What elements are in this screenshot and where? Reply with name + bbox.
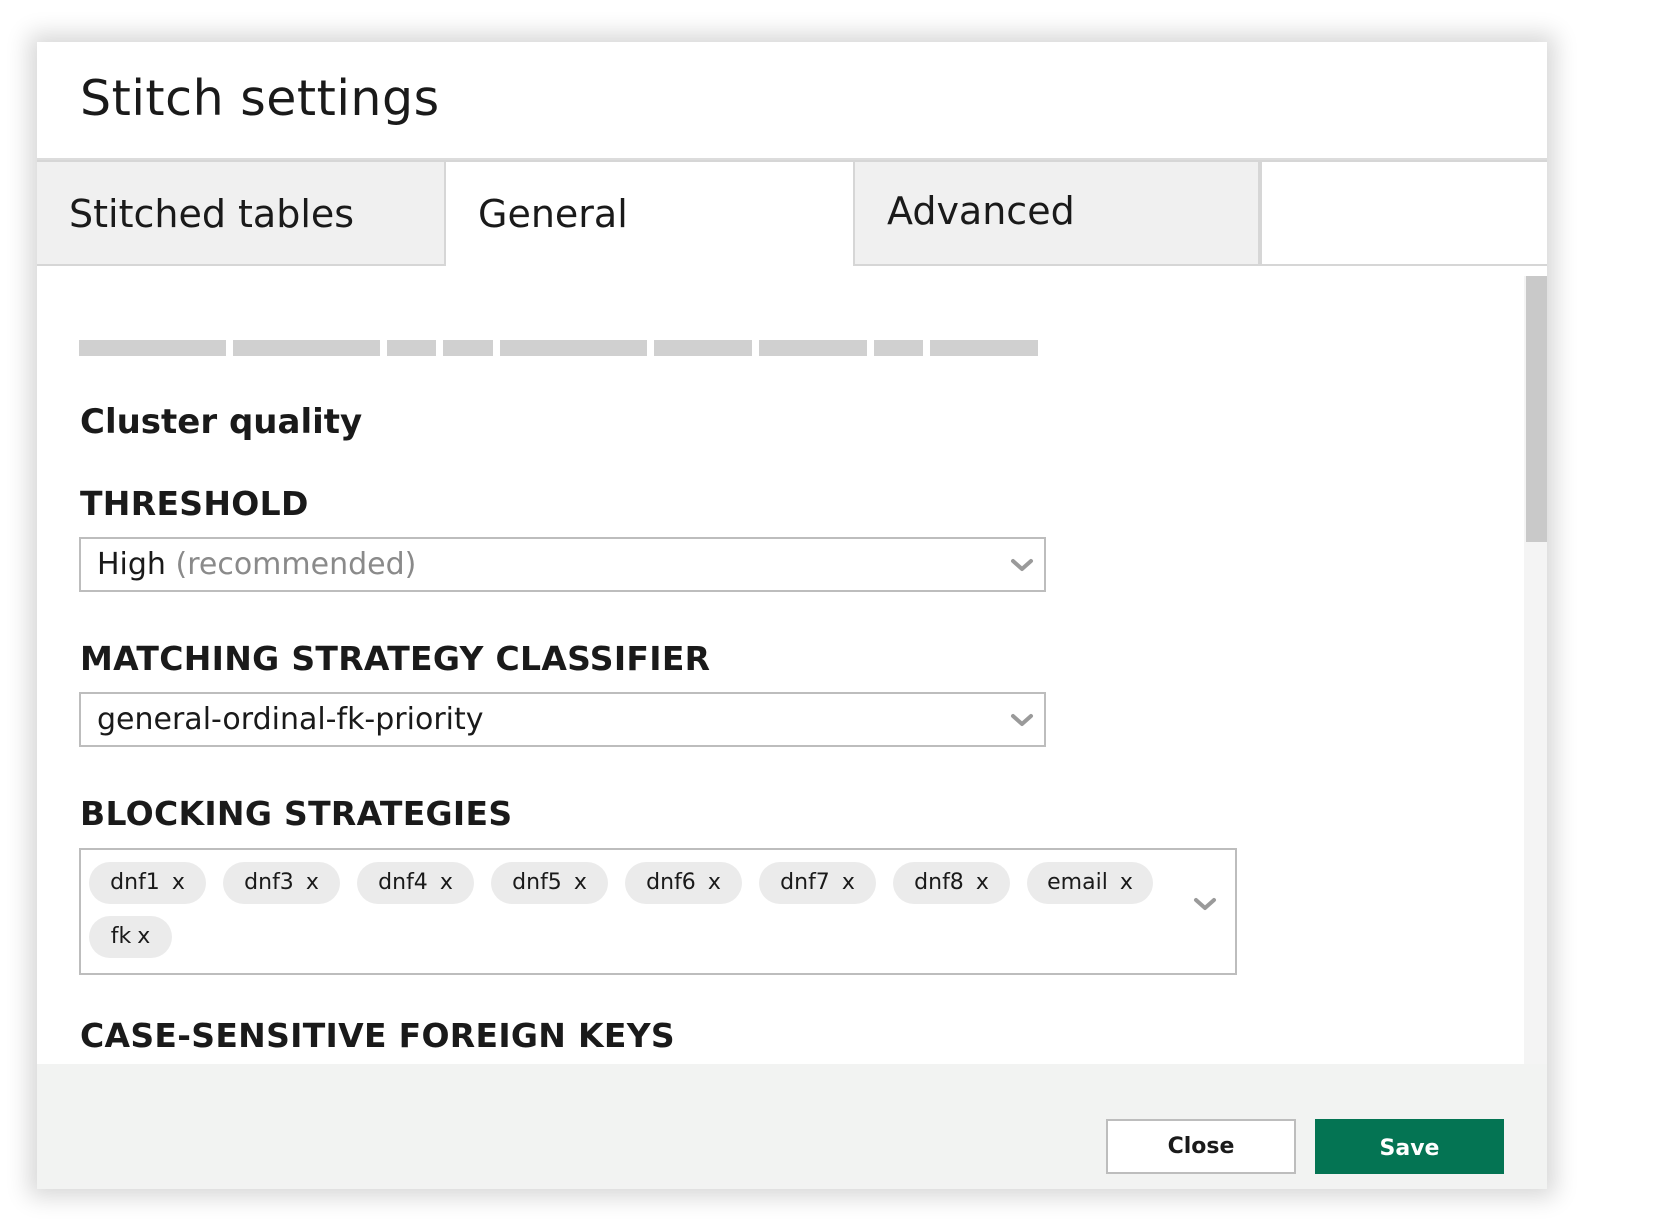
chip-remove-icon[interactable]: x [440, 862, 453, 904]
tab-label: Stitched tables [69, 192, 355, 236]
chevron-down-icon [1010, 557, 1034, 573]
cluster-quality-heading: Cluster quality [80, 402, 363, 442]
chip-label: dnf1 [110, 870, 160, 895]
dialog-title: Stitch settings [80, 70, 440, 127]
tab-general[interactable]: General [446, 160, 853, 266]
placeholder-bar [930, 340, 1038, 356]
placeholder-bar [654, 340, 752, 356]
threshold-label: THRESHOLD [80, 484, 309, 523]
chip-remove-icon[interactable]: x [976, 862, 989, 904]
dialog-header: Stitch settings [37, 42, 1547, 160]
chip-remove-icon[interactable]: x [574, 862, 587, 904]
chip-remove-icon[interactable]: x [842, 862, 855, 904]
chip-dnf3: dnf3 x [223, 862, 340, 904]
close-button[interactable]: Close [1106, 1119, 1296, 1174]
chip-label: dnf3 [244, 870, 294, 895]
threshold-hint: (recommended) [175, 547, 417, 582]
blocking-strategies-multiselect[interactable]: dnf1 x dnf3 x dnf4 x dnf5 x dnf6 x dnf7 x dnf8… [79, 848, 1237, 975]
placeholder-bar [874, 340, 923, 356]
placeholder-bar [79, 340, 226, 356]
scrollbar-thumb[interactable] [1526, 276, 1547, 542]
stitch-settings-dialog: Stitch settings Stitched tables General … [37, 42, 1547, 1189]
classifier-select[interactable]: general-ordinal-fk-priority [79, 692, 1046, 747]
chip-remove-icon[interactable]: x [172, 862, 185, 904]
chip-remove-icon[interactable]: x [1120, 862, 1133, 904]
chip-fk: fk x [89, 916, 172, 958]
classifier-value: general-ordinal-fk-priority [97, 702, 484, 737]
tab-label: Advanced [887, 189, 1075, 233]
tab-bar: Stitched tables General Advanced [37, 160, 1547, 266]
blocking-strategies-label: BLOCKING STRATEGIES [80, 794, 513, 833]
classifier-label: MATCHING STRATEGY CLASSIFIER [80, 639, 711, 678]
tab-bar-filler [1260, 160, 1547, 266]
chip-label: email [1047, 870, 1108, 895]
chip-label: dnf6 [646, 870, 696, 895]
placeholder-bar [443, 340, 493, 356]
threshold-select-value: High (recommended) [97, 547, 416, 582]
chevron-down-icon[interactable] [1193, 896, 1217, 912]
chip-label: dnf4 [378, 870, 428, 895]
chip-dnf7: dnf7 x [759, 862, 876, 904]
chip-label: dnf7 [780, 870, 830, 895]
chip-dnf1: dnf1 x [89, 862, 206, 904]
placeholder-bar [387, 340, 436, 356]
chip-dnf4: dnf4 x [357, 862, 474, 904]
dialog-footer: Close Save [37, 1064, 1547, 1189]
threshold-select[interactable]: High (recommended) [79, 537, 1046, 592]
chip-label: dnf8 [914, 870, 964, 895]
chip-remove-icon[interactable]: x [306, 862, 319, 904]
chip-dnf6: dnf6 x [625, 862, 742, 904]
loading-placeholder-bars [79, 340, 1179, 356]
tab-stitched-tables[interactable]: Stitched tables [37, 160, 446, 266]
placeholder-bar [233, 340, 380, 356]
chip-remove-icon[interactable]: x [708, 862, 721, 904]
chip-label: fk [110, 924, 132, 949]
chip-label: dnf5 [512, 870, 562, 895]
tab-advanced[interactable]: Advanced [853, 160, 1260, 266]
chip-remove-icon[interactable]: x [137, 916, 150, 958]
chip-email: email x [1027, 862, 1153, 904]
tab-label: General [478, 192, 628, 236]
case-sensitive-foreign-keys-label: CASE-SENSITIVE FOREIGN KEYS [80, 1016, 675, 1055]
chevron-down-icon [1010, 712, 1034, 728]
save-button[interactable]: Save [1315, 1119, 1504, 1174]
general-tab-content: Cluster quality THRESHOLD High (recommen… [37, 266, 1547, 1064]
placeholder-bar [500, 340, 647, 356]
placeholder-bar [759, 340, 867, 356]
threshold-value: High [97, 547, 166, 582]
chip-dnf8: dnf8 x [893, 862, 1010, 904]
chip-dnf5: dnf5 x [491, 862, 608, 904]
